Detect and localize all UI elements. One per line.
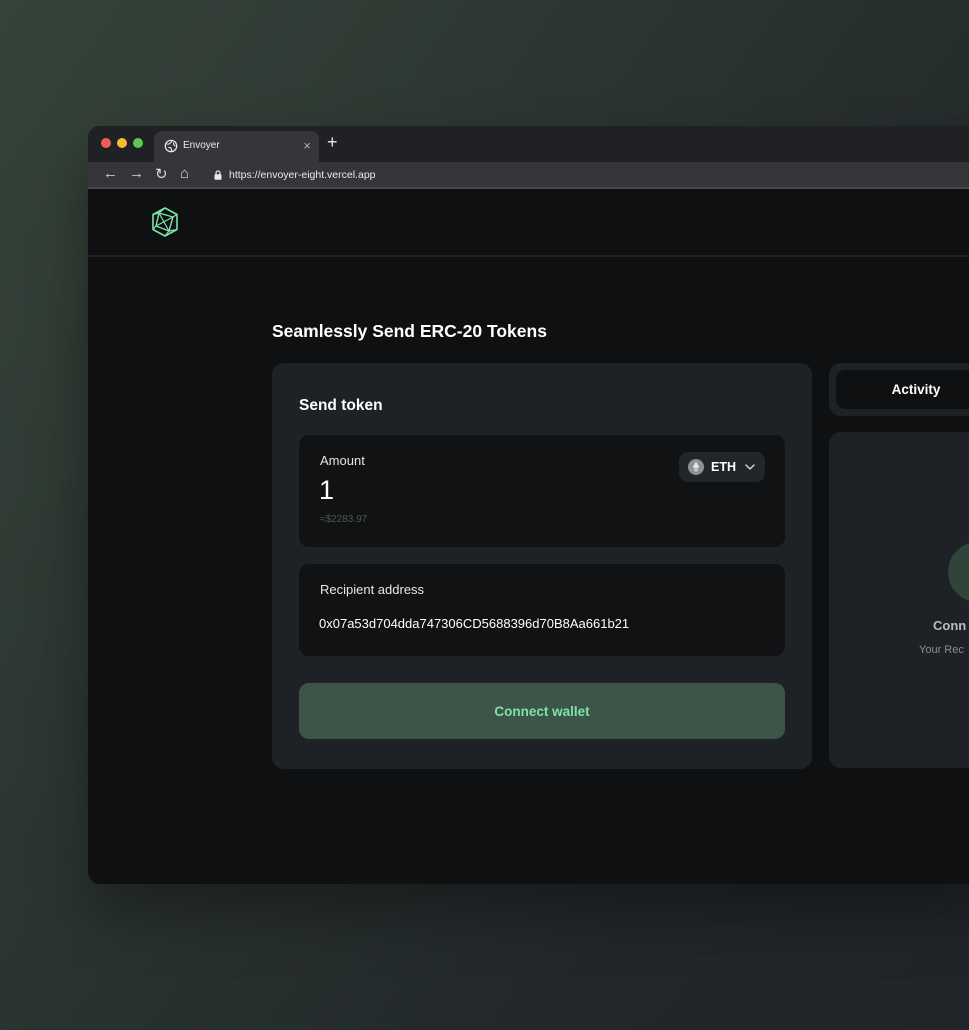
home-icon[interactable]: ⌂: [180, 165, 189, 182]
chevron-down-icon: [745, 464, 755, 470]
usd-estimate: ≈$2283.97: [320, 514, 368, 525]
browser-window: Envoyer × + ← → ↻ ⌂ https://envoyer-eigh…: [88, 126, 969, 884]
recipient-field-box: Recipient address: [299, 564, 785, 656]
token-selector[interactable]: ETH: [679, 452, 765, 482]
amount-label: Amount: [320, 453, 365, 468]
empty-state-description: Your Rec: [919, 644, 964, 656]
browser-tab-strip: Envoyer × +: [88, 126, 969, 162]
maximize-window-dot[interactable]: [133, 138, 143, 148]
token-symbol: ETH: [711, 460, 736, 474]
globe-icon: [164, 139, 178, 153]
url-field[interactable]: https://envoyer-eight.vercel.app: [229, 169, 376, 181]
reload-icon[interactable]: ↻: [155, 165, 168, 183]
back-arrow-icon[interactable]: ←: [103, 165, 118, 182]
new-tab-button[interactable]: +: [327, 132, 338, 153]
eth-icon: [688, 459, 704, 475]
app-header: [88, 189, 969, 257]
activity-panel: Conn Your Rec: [829, 432, 969, 768]
page-title: Seamlessly Send ERC-20 Tokens: [272, 321, 547, 341]
connect-wallet-button[interactable]: Connect wallet: [299, 683, 785, 739]
browser-tab[interactable]: Envoyer ×: [154, 131, 319, 162]
forward-arrow-icon[interactable]: →: [129, 165, 144, 182]
send-token-title: Send token: [299, 397, 383, 414]
send-token-card: Send token Amount ≈$2283.97 ETH Recipien…: [272, 363, 812, 769]
empty-state-title: Conn: [933, 618, 967, 633]
envoyer-logo-icon[interactable]: [148, 205, 182, 239]
tab-title: Envoyer: [183, 140, 220, 151]
lock-icon: [214, 170, 222, 180]
minimize-window-dot[interactable]: [117, 138, 127, 148]
amount-field-box: Amount ≈$2283.97 ETH: [299, 435, 785, 547]
address-bar-row: ← → ↻ ⌂ https://envoyer-eight.vercel.app: [88, 162, 969, 189]
close-window-dot[interactable]: [101, 138, 111, 148]
empty-state-icon: [948, 542, 969, 602]
recipient-label: Recipient address: [320, 582, 425, 597]
amount-input[interactable]: [319, 473, 649, 507]
recipient-address-input[interactable]: [319, 614, 769, 632]
side-tabs: Activity: [829, 363, 969, 416]
tab-activity[interactable]: Activity: [836, 370, 969, 409]
tab-close-icon[interactable]: ×: [303, 138, 311, 153]
